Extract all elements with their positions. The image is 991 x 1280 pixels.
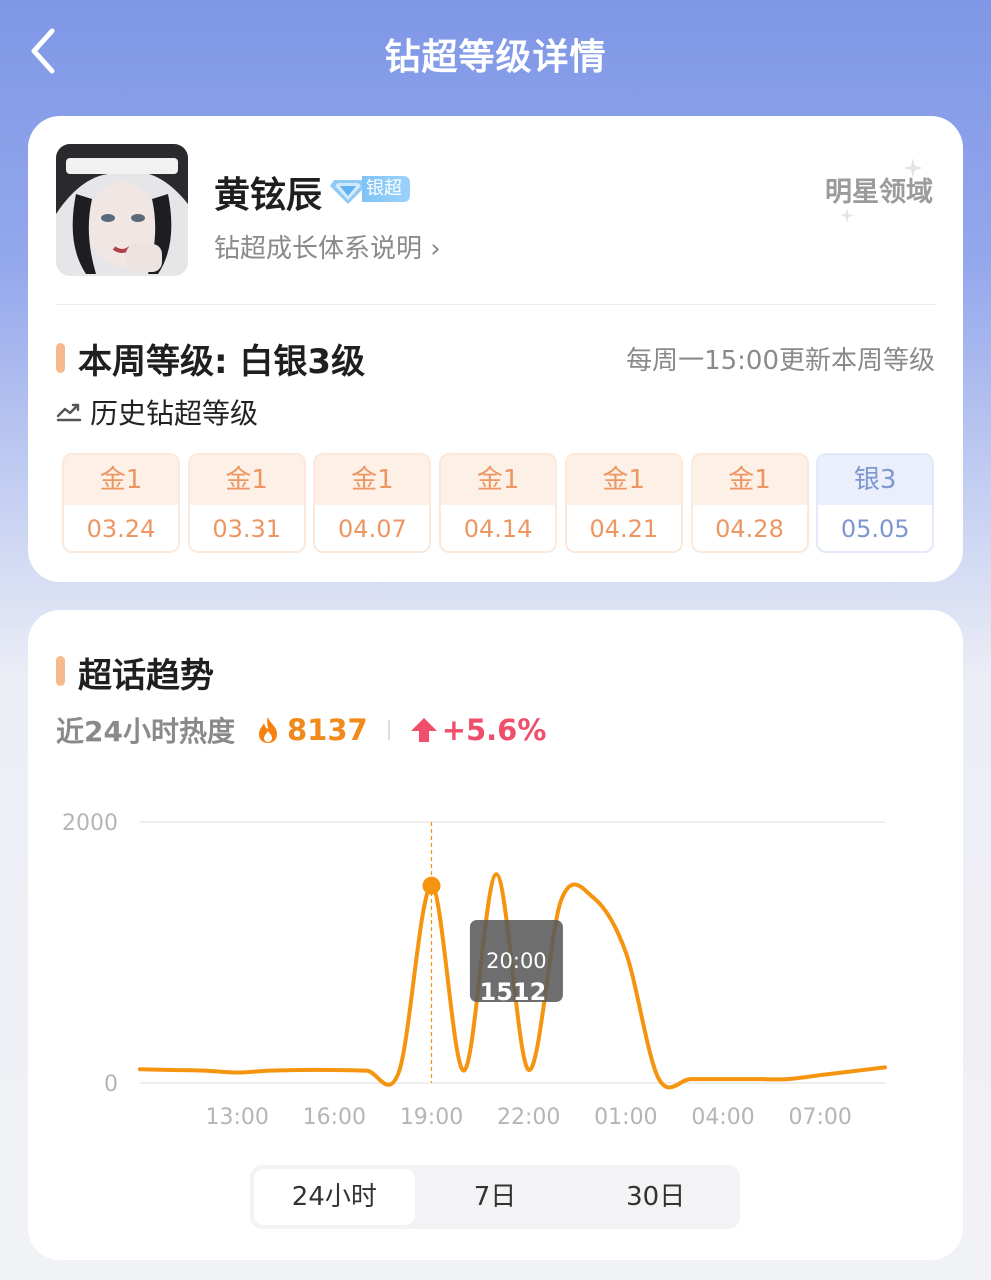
chip-date: 04.14 bbox=[463, 515, 533, 543]
y-tick-label: 0 bbox=[104, 1072, 118, 1097]
trend-chart-icon bbox=[56, 403, 82, 422]
level-card: 黄铉辰 银超 钻超成长体系说明 › 明星领域 本周等级: 白银3级 每周一15:… bbox=[28, 116, 963, 582]
level-history-chip[interactable]: 金1 04.07 bbox=[313, 453, 432, 553]
tooltip-time: 20:00 bbox=[486, 949, 547, 973]
y-tick-label: 2000 bbox=[62, 811, 118, 836]
level-history-chip[interactable]: 银3 05.05 bbox=[816, 453, 935, 553]
heat-summary: 近24小时热度 8137 +5.6% bbox=[56, 710, 546, 750]
range-tab[interactable]: 7日 bbox=[415, 1169, 576, 1225]
avatar-image bbox=[56, 144, 188, 276]
current-week-level: 本周等级: 白银3级 bbox=[78, 342, 366, 382]
chip-level: 金1 bbox=[315, 455, 430, 505]
x-tick-label: 16:00 bbox=[303, 1105, 366, 1130]
star-field-label[interactable]: 明星领域 bbox=[825, 170, 933, 209]
range-tabs: 24小时 7日 30日 bbox=[250, 1165, 740, 1229]
chip-level: 银3 bbox=[818, 455, 933, 505]
chip-level: 金1 bbox=[692, 455, 807, 505]
heat-label: 近24小时热度 bbox=[56, 715, 235, 748]
separator bbox=[387, 720, 390, 740]
level-history-chip[interactable]: 金1 04.28 bbox=[690, 453, 809, 553]
section-accent-bar bbox=[56, 656, 65, 686]
x-tick-label: 13:00 bbox=[205, 1105, 268, 1130]
chip-date: 04.21 bbox=[589, 515, 659, 543]
level-history-chip[interactable]: 金1 04.21 bbox=[564, 453, 683, 553]
silver-super-badge: 银超 bbox=[330, 174, 410, 204]
x-tick-label: 04:00 bbox=[691, 1105, 754, 1130]
update-note: 每周一15:00更新本周等级 bbox=[626, 346, 935, 376]
chip-level: 金1 bbox=[189, 455, 304, 505]
chip-date: 04.28 bbox=[715, 515, 784, 543]
top-bar: 钻超等级详情 bbox=[0, 0, 991, 100]
page-title: 钻超等级详情 bbox=[384, 37, 607, 78]
up-arrow-icon bbox=[410, 718, 437, 742]
heat-change: +5.6% bbox=[441, 713, 547, 747]
chip-level: 金1 bbox=[566, 455, 681, 505]
level-history-chip[interactable]: 金1 03.24 bbox=[62, 453, 180, 553]
divider bbox=[56, 304, 935, 305]
range-tab[interactable]: 24小时 bbox=[254, 1169, 415, 1225]
x-tick-label: 01:00 bbox=[594, 1105, 657, 1130]
avatar[interactable] bbox=[56, 144, 188, 276]
history-title: 历史钻超等级 bbox=[90, 397, 259, 430]
trend-card: 超话趋势 近24小时热度 8137 +5.6% 2000 0 13:00 16:00 1… bbox=[28, 610, 963, 1260]
growth-system-link[interactable]: 钻超成长体系说明 › bbox=[214, 228, 441, 265]
chip-level: 金1 bbox=[64, 455, 178, 505]
tooltip-value: 1512 bbox=[480, 978, 547, 1006]
trend-title: 超话趋势 bbox=[78, 656, 214, 696]
level-history-chip[interactable]: 金1 03.31 bbox=[187, 453, 306, 553]
flame-icon bbox=[258, 717, 277, 743]
chip-date: 04.07 bbox=[338, 515, 407, 543]
chip-date: 05.05 bbox=[840, 515, 910, 543]
user-name: 黄铉辰 bbox=[214, 175, 323, 216]
chip-date: 03.31 bbox=[212, 515, 282, 543]
level-history-chip[interactable]: 金1 04.14 bbox=[439, 453, 558, 553]
x-tick-label: 07:00 bbox=[789, 1105, 852, 1130]
heat-trend-chart[interactable]: 2000 0 13:00 16:00 19:00 22:00 01:00 04:00 07:00… bbox=[28, 790, 963, 1130]
chip-level: 金1 bbox=[441, 455, 556, 505]
section-accent-bar bbox=[56, 343, 65, 373]
range-tab[interactable]: 30日 bbox=[575, 1169, 736, 1225]
badge-label: 银超 bbox=[362, 176, 410, 202]
highlight-point bbox=[422, 876, 441, 895]
history-header: 历史钻超等级 bbox=[56, 394, 258, 430]
chip-date: 03.24 bbox=[86, 515, 156, 543]
x-tick-label: 19:00 bbox=[400, 1105, 463, 1130]
heat-value: 8137 bbox=[286, 713, 368, 747]
x-tick-label: 22:00 bbox=[497, 1105, 560, 1130]
diamond-icon bbox=[330, 180, 366, 204]
